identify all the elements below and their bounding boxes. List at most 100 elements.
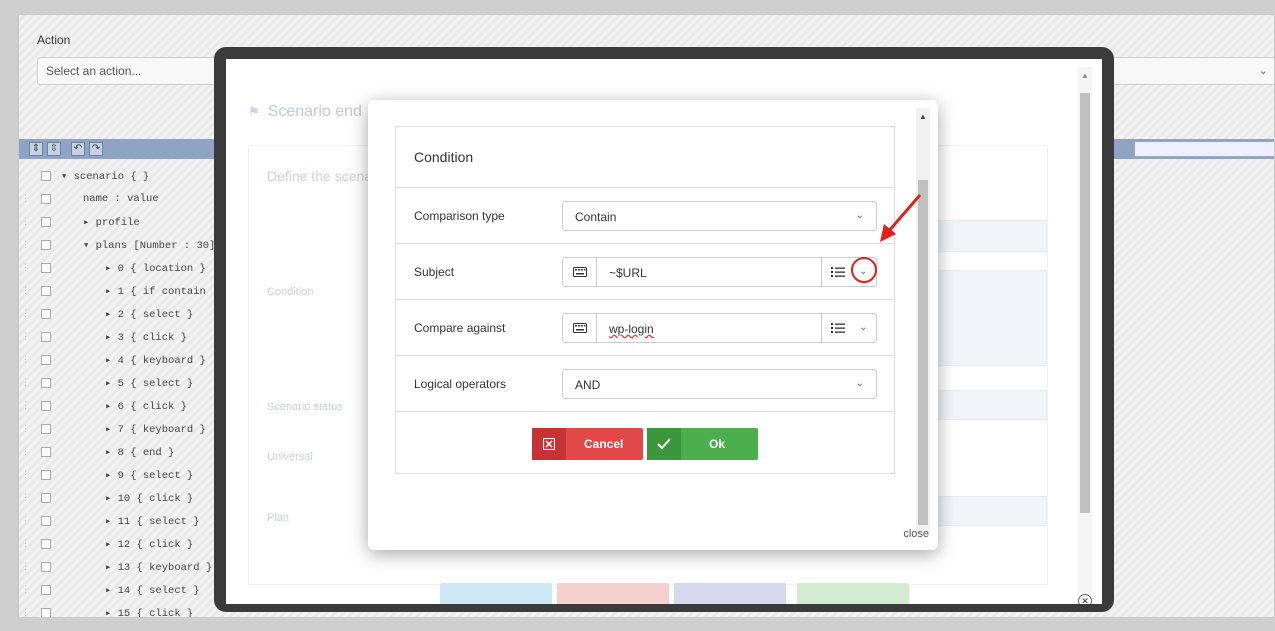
row-checkbox[interactable] (41, 470, 51, 480)
drag-handle-icon[interactable]: ⋮ (21, 470, 30, 480)
tree-row[interactable]: ⋮ ▸ 14 { select } (19, 579, 229, 602)
tree-row[interactable]: ▾ scenario { } (19, 165, 229, 188)
tree-row[interactable]: ⋮ ▸ 1 { if contain (19, 280, 229, 303)
drag-handle-icon[interactable]: ⋮ (21, 493, 30, 503)
row-checkbox[interactable] (41, 286, 51, 296)
row-checkbox[interactable] (41, 332, 51, 342)
modal-scrollbar[interactable]: ▲ (1078, 67, 1092, 592)
condition-label: Condition (267, 286, 314, 298)
drag-handle-icon[interactable]: ⋮ (21, 424, 30, 434)
row-checkbox[interactable] (41, 424, 51, 434)
drag-handle-icon[interactable]: ⋮ (21, 194, 30, 204)
keyboard-icon[interactable] (563, 258, 597, 286)
tree-node-label: ▸ 12 { click } (105, 539, 194, 551)
chevron-down-icon[interactable]: ⌄ (859, 322, 867, 333)
ghost-confirm-button (797, 583, 909, 604)
row-checkbox[interactable] (41, 240, 51, 250)
drag-handle-icon[interactable]: ⋮ (21, 263, 30, 273)
ghost-refresh-button (440, 583, 552, 604)
row-checkbox[interactable] (41, 608, 51, 617)
tree-row[interactable]: ⋮ ▾ plans [Number : 30] (19, 234, 229, 257)
close-icon[interactable]: ✕ (1078, 594, 1092, 604)
drag-handle-icon[interactable]: ⋮ (21, 355, 30, 365)
undo-icon[interactable]: ↶ (71, 142, 85, 156)
tree-row[interactable]: ⋮ ▸ 15 { click } (19, 602, 229, 617)
compare-against-value: wp-login (609, 322, 654, 336)
row-checkbox[interactable] (41, 401, 51, 411)
tree-node-label: ▸ 4 { keyboard } (105, 355, 206, 367)
expand-all-icon[interactable]: ⇕ (29, 142, 43, 156)
tree-row[interactable]: ⋮ ▸ 3 { click } (19, 326, 229, 349)
cancel-button[interactable]: Cancel (532, 428, 643, 460)
tree-row[interactable]: ⋮ ▸ 4 { keyboard } (19, 349, 229, 372)
compare-against-options-button[interactable]: ⌄ (821, 314, 877, 342)
tree-row[interactable]: ⋮ name : value (19, 188, 229, 211)
row-checkbox[interactable] (41, 263, 51, 273)
keyboard-icon[interactable] (563, 314, 597, 342)
list-icon (831, 267, 845, 277)
row-checkbox[interactable] (41, 355, 51, 365)
logical-operators-select[interactable]: AND ⌄ (562, 369, 877, 399)
row-checkbox[interactable] (41, 194, 51, 204)
row-checkbox[interactable] (41, 217, 51, 227)
json-tree: ▾ scenario { } ⋮ name : value ⋮ ▸ profile ⋮ ▾ … (19, 165, 229, 617)
drag-handle-icon[interactable]: ⋮ (21, 516, 30, 526)
tree-row[interactable]: ⋮ ▸ 2 { select } (19, 303, 229, 326)
action-select-placeholder: Select an action... (46, 64, 142, 78)
drag-handle-icon[interactable]: ⋮ (21, 309, 30, 319)
tree-row[interactable]: ⋮ ▸ 7 { keyboard } (19, 418, 229, 441)
collapse-all-icon[interactable]: ⇳ (47, 142, 61, 156)
comparison-type-label: Comparison type (414, 209, 505, 223)
comparison-type-select[interactable]: Contain ⌄ (562, 201, 877, 231)
row-checkbox[interactable] (41, 585, 51, 595)
tree-row[interactable]: ⋮ ▸ 12 { click } (19, 533, 229, 556)
tree-search-input[interactable] (1134, 141, 1274, 157)
drag-handle-icon[interactable]: ⋮ (21, 539, 30, 549)
compare-against-input[interactable]: wp-login ⌄ (562, 313, 877, 343)
dialog-scrollbar[interactable]: ▲ (916, 108, 930, 533)
drag-handle-icon[interactable]: ⋮ (21, 332, 30, 342)
subject-row: Subject ~$URL ⌄ (396, 244, 894, 300)
comparison-type-value: Contain (575, 210, 617, 224)
drag-handle-icon[interactable]: ⋮ (21, 378, 30, 388)
row-checkbox[interactable] (41, 562, 51, 572)
row-checkbox[interactable] (41, 493, 51, 503)
drag-handle-icon[interactable]: ⋮ (21, 240, 30, 250)
row-checkbox[interactable] (41, 378, 51, 388)
tree-node-label: ▸ 3 { click } (105, 332, 187, 344)
tree-row[interactable]: ⋮ ▸ 10 { click } (19, 487, 229, 510)
drag-handle-icon[interactable]: ⋮ (21, 447, 30, 457)
row-checkbox[interactable] (41, 539, 51, 549)
tree-row[interactable]: ⋮ ▸ profile (19, 211, 229, 234)
drag-handle-icon[interactable]: ⋮ (21, 585, 30, 595)
tree-row[interactable]: ⋮ ▸ 9 { select } (19, 464, 229, 487)
row-checkbox[interactable] (41, 447, 51, 457)
ghost-select (929, 390, 1047, 420)
tree-row[interactable]: ⋮ ▸ 5 { select } (19, 372, 229, 395)
row-checkbox[interactable] (41, 171, 51, 181)
tree-row[interactable]: ⋮ ▸ 8 { end } (19, 441, 229, 464)
scroll-thumb[interactable] (1080, 93, 1090, 513)
scroll-up-icon[interactable]: ▲ (919, 112, 927, 121)
ok-label: Ok (709, 437, 726, 451)
drag-handle-icon[interactable]: ⋮ (21, 562, 30, 572)
drag-handle-icon[interactable]: ⋮ (21, 286, 30, 296)
drag-handle-icon[interactable]: ⋮ (21, 608, 30, 617)
scroll-up-icon[interactable]: ▲ (1081, 71, 1089, 80)
ok-button[interactable]: Ok (647, 428, 758, 460)
tree-row[interactable]: ⋮ ▸ 13 { keyboard } (19, 556, 229, 579)
tree-row[interactable]: ⋮ ▸ 6 { click } (19, 395, 229, 418)
drag-handle-icon[interactable]: ⋮ (21, 401, 30, 411)
close-link[interactable]: close (903, 528, 929, 540)
redo-icon[interactable]: ↷ (89, 142, 103, 156)
tree-node-label: ▸ 14 { select } (105, 585, 200, 597)
subject-value: ~$URL (609, 266, 647, 280)
row-checkbox[interactable] (41, 309, 51, 319)
tree-row[interactable]: ⋮ ▸ 0 { location } (19, 257, 229, 280)
logical-operators-label: Logical operators (414, 377, 507, 391)
tree-row[interactable]: ⋮ ▸ 11 { select } (19, 510, 229, 533)
row-checkbox[interactable] (41, 516, 51, 526)
subject-input[interactable]: ~$URL ⌄ (562, 257, 877, 287)
tree-node-label: ▸ profile (83, 217, 140, 229)
drag-handle-icon[interactable]: ⋮ (21, 217, 30, 227)
